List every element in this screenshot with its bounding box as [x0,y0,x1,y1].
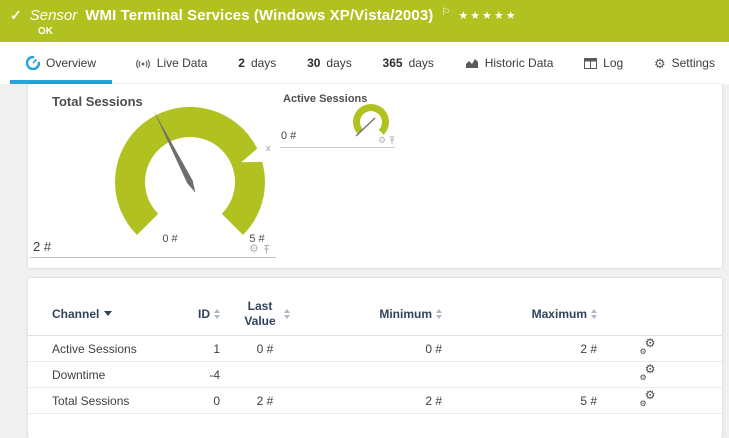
column-header-last-value[interactable]: Last Value [220,299,310,328]
tab-live-data[interactable]: Live Data [135,42,208,84]
tab-historic-data-label: Historic Data [485,56,554,70]
broadcast-icon [135,57,151,69]
channel-name: Downtime [52,368,178,382]
gear-icon: ⚙ [654,57,666,70]
sensor-header: ✓ Sensor WMI Terminal Services (Windows … [0,0,729,42]
tab-30-days[interactable]: 30 days [307,42,352,84]
table-row-downtime: Downtime -4 ⚙ ⚙ [28,362,722,388]
last-value: 2 # [220,394,310,408]
table-row-active-sessions: Active Sessions 1 0 # 0 # 2 # ⚙ ⚙ [28,336,722,362]
channel-name: Total Sessions [52,394,178,408]
tab-overview-label: Overview [46,56,96,70]
sensor-kind-label: Sensor [30,7,78,24]
log-table-icon [584,58,597,69]
column-header-minimum[interactable]: Minimum [310,307,442,321]
minimum-value: 2 # [310,394,442,408]
status-ok-check-icon: ✓ [10,8,22,22]
tab-2-days-number: 2 [238,56,245,70]
gauge-settings-gear-icon[interactable]: ⚙ [378,136,386,145]
channel-settings-gears-icon[interactable]: ⚙ ⚙ [640,366,656,380]
tab-historic-data[interactable]: Historic Data [465,42,554,84]
active-sessions-current-value: 0 # [281,130,296,142]
tab-30-days-label: days [326,56,351,70]
tab-2-days-label: days [251,56,276,70]
tab-2-days[interactable]: 2 days [238,42,276,84]
divider [280,147,395,148]
tab-365-days-label: days [409,56,434,70]
sort-icon [591,309,597,319]
channel-id: 1 [178,342,220,356]
minimum-value: 0 # [310,342,442,356]
gauge-limit-marker: x [266,143,271,153]
tab-settings[interactable]: ⚙ Settings [654,42,715,84]
gauge-pin-icon[interactable] [262,244,271,255]
channel-id: -4 [178,368,220,382]
priority-stars[interactable]: ★★★★★ [458,9,517,22]
sort-icon [284,309,290,319]
table-header-row: Channel ID Last Value Minimum Maximum [28,278,722,336]
gauges-panel: Total Sessions x 0 # 5 # 2 # ⚙ Active Se… [28,84,722,268]
tab-365-days[interactable]: 365 days [383,42,434,84]
gauge-icon [26,56,40,70]
tab-30-days-number: 30 [307,56,320,70]
sensor-status-badge: OK [38,26,53,37]
column-header-channel[interactable]: Channel [52,307,178,321]
channel-id: 0 [178,394,220,408]
tab-bar: Overview Live Data 2 days 30 days 365 da… [0,42,729,84]
channel-name: Active Sessions [52,342,178,356]
tab-settings-label: Settings [672,56,715,70]
tab-overview[interactable]: Overview [18,42,104,84]
flag-icon[interactable]: ⚐ [441,7,450,18]
historic-chart-icon [465,57,479,69]
maximum-value: 2 # [442,342,597,356]
gauge-scale-min: 0 # [154,233,186,245]
table-row-total-sessions: Total Sessions 0 2 # 2 # 5 # ⚙ ⚙ [28,388,722,414]
tab-log-label: Log [603,56,623,70]
channel-settings-gears-icon[interactable]: ⚙ ⚙ [640,340,656,354]
gauge-pin-icon[interactable] [388,136,396,145]
tab-live-data-label: Live Data [157,56,208,70]
gauge-settings-gear-icon[interactable]: ⚙ [249,244,259,255]
divider [30,257,276,258]
channel-settings-gears-icon[interactable]: ⚙ ⚙ [640,392,656,406]
channel-table-panel: Channel ID Last Value Minimum Maximum Ac… [28,278,722,438]
sort-desc-icon [104,311,112,316]
sensor-title: WMI Terminal Services (Windows XP/Vista/… [85,7,433,24]
column-header-maximum[interactable]: Maximum [442,307,597,321]
tab-log[interactable]: Log [584,42,623,84]
column-header-id[interactable]: ID [178,307,220,321]
total-sessions-current-value: 2 # [33,239,51,254]
maximum-value: 5 # [442,394,597,408]
tab-365-days-number: 365 [383,56,403,70]
last-value: 0 # [220,342,310,356]
